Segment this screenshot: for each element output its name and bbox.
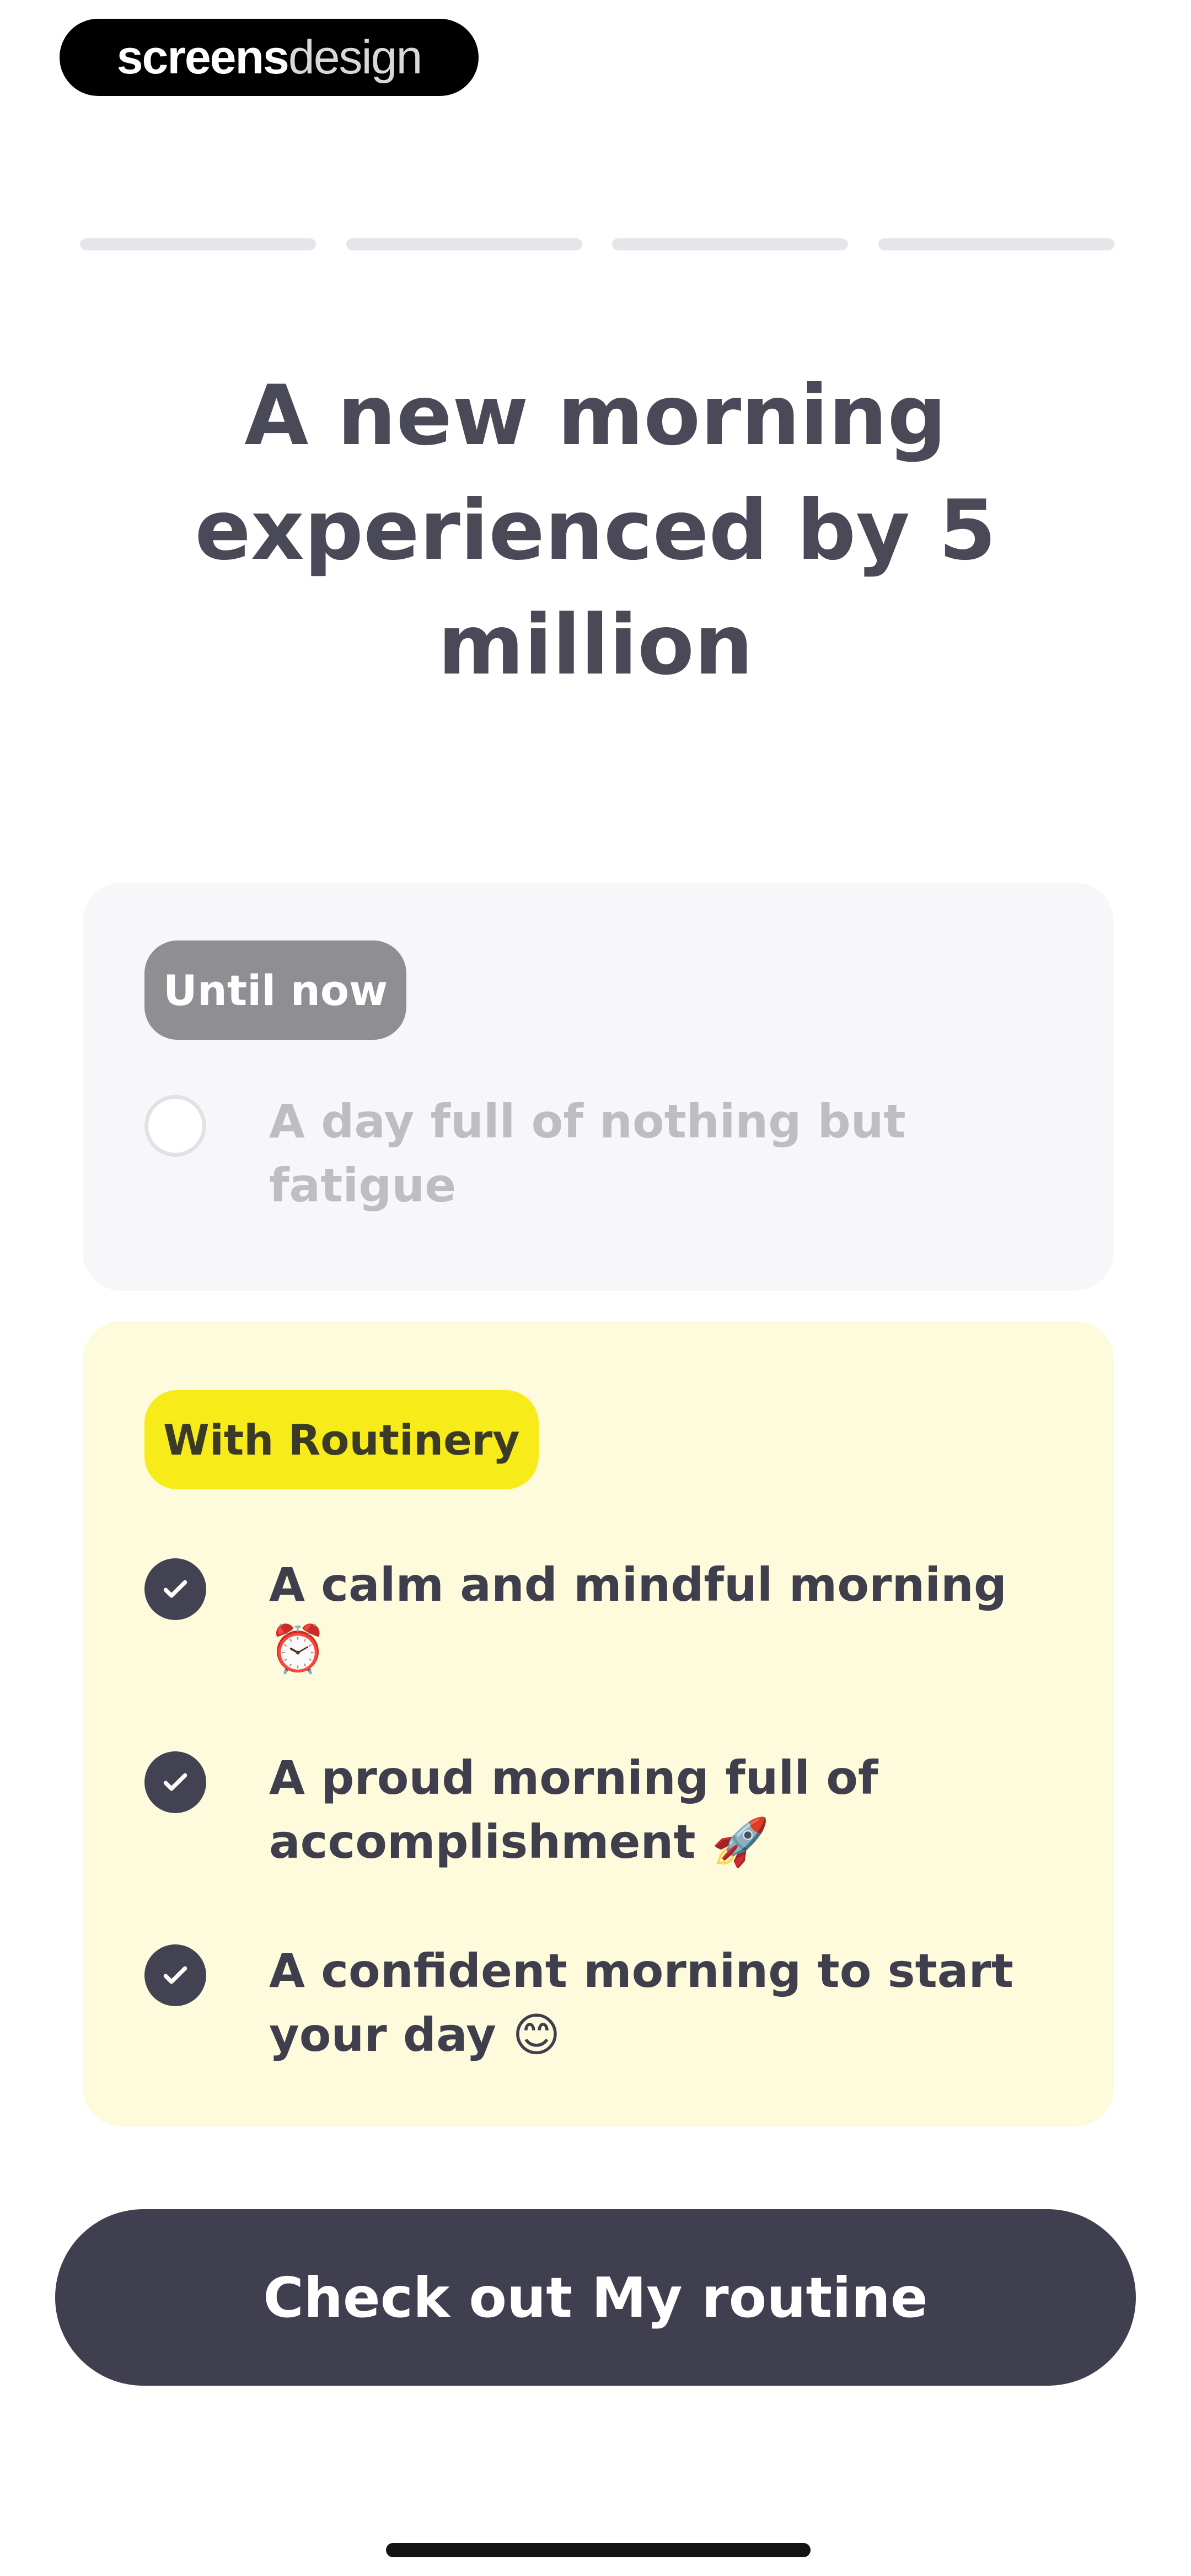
check-out-routine-button[interactable]: Check out My routine: [55, 2209, 1136, 2386]
check-circle-icon: [144, 1558, 206, 1620]
progress-segment-3: [612, 238, 849, 250]
onboarding-progress-bar: [80, 238, 1114, 252]
progress-segment-2: [346, 238, 582, 250]
list-item-text: A proud morning full of accomplishment 🚀: [269, 1751, 878, 1869]
check-circle-icon: [144, 1944, 206, 2006]
progress-segment-4: [878, 238, 1114, 250]
watermark-text-light: design: [288, 31, 422, 84]
until-now-card: Until now A day full of nothing but fati…: [83, 883, 1114, 1291]
page-title: A new morning experienced by 5 million: [195, 368, 996, 693]
until-now-tag: Until now: [144, 940, 407, 1040]
home-indicator[interactable]: [386, 2543, 811, 2557]
screensdesign-watermark-logo: screens design: [60, 19, 479, 96]
with-routinery-card: With Routinery A calm and mindful mornin…: [83, 1321, 1114, 2126]
progress-segment-1: [80, 238, 316, 250]
check-circle-icon: [144, 1751, 206, 1813]
with-routinery-tag: With Routinery: [144, 1390, 539, 1489]
list-item-text: A day full of nothing but fatigue: [269, 1094, 906, 1212]
list-item-text: A calm and mindful morning ⏰: [269, 1558, 1007, 1676]
list-item: A calm and mindful morning ⏰: [144, 1553, 1071, 1681]
watermark-text-bold: screens: [116, 31, 289, 84]
empty-circle-icon: [144, 1095, 206, 1157]
list-item: A day full of nothing but fatigue: [144, 1089, 1071, 1217]
list-item-text: A confident morning to start your day 😊: [269, 1944, 1014, 2062]
list-item: A confident morning to start your day 😊: [144, 1939, 1071, 2067]
list-item: A proud morning full of accomplishment 🚀: [144, 1746, 1071, 1874]
